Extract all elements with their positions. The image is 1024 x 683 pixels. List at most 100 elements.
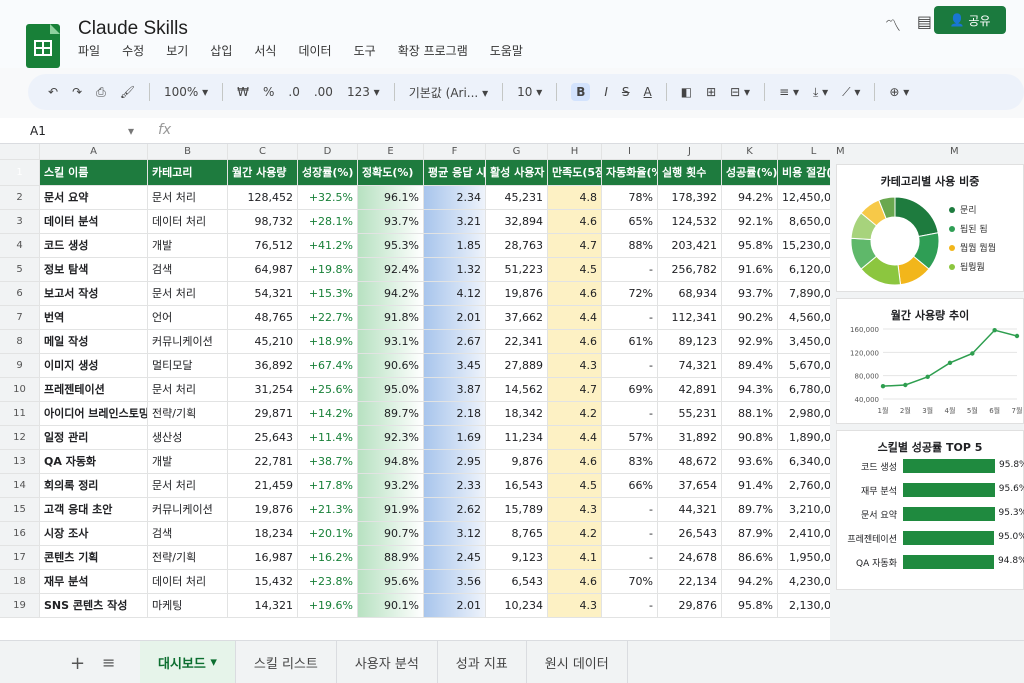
grid-cell[interactable]: 10,234 bbox=[486, 594, 548, 618]
grid-cell[interactable]: 28,763 bbox=[486, 234, 548, 258]
grid-cell[interactable]: 91.9% bbox=[358, 498, 424, 522]
sheet-tab-dashboard[interactable]: 대시보드 ▾ bbox=[140, 641, 236, 683]
grid-cell[interactable]: 54,321 bbox=[228, 282, 298, 306]
grid-cell[interactable]: 78% bbox=[602, 186, 658, 210]
grid-cell[interactable]: +32.5% bbox=[298, 186, 358, 210]
grid-cell[interactable]: 4.8 bbox=[548, 186, 602, 210]
spreadsheet-grid[interactable]: A B C D E F G H I J K L 1 스킬 이름 카테고리 월간 사용량 성장률(%) 정확도(%)… bbox=[0, 144, 830, 640]
row-number[interactable]: 13 bbox=[0, 450, 40, 474]
grid-cell[interactable]: 1.69 bbox=[424, 426, 486, 450]
column-title-cell[interactable]: 성공률(%) bbox=[722, 160, 778, 186]
grid-cell[interactable]: +16.2% bbox=[298, 546, 358, 570]
menu-insert[interactable]: 삽입 bbox=[210, 42, 232, 59]
grid-cell[interactable]: 88% bbox=[602, 234, 658, 258]
grid-cell[interactable]: 93.1% bbox=[358, 330, 424, 354]
column-header[interactable]: A bbox=[40, 144, 148, 160]
grid-cell[interactable]: 37,662 bbox=[486, 306, 548, 330]
donut-chart-panel[interactable]: 카테고리별 사용 비중 문리 됩된 됨 뭡뭡 뭡뭡 됩뭥뭠 bbox=[836, 164, 1024, 292]
grid-cell[interactable]: 55,231 bbox=[658, 402, 722, 426]
column-header[interactable]: D bbox=[298, 144, 358, 160]
grid-cell[interactable]: 마케팅 bbox=[148, 594, 228, 618]
grid-cell[interactable]: 15,789 bbox=[486, 498, 548, 522]
grid-cell[interactable]: QA 자동화 bbox=[40, 450, 148, 474]
column-title-cell[interactable]: 스킬 이름 bbox=[40, 160, 148, 186]
grid-cell[interactable]: +28.1% bbox=[298, 210, 358, 234]
grid-cell[interactable]: 2,410,000 bbox=[778, 522, 830, 546]
grid-cell[interactable]: 번역 bbox=[40, 306, 148, 330]
grid-cell[interactable]: 콘텐츠 기획 bbox=[40, 546, 148, 570]
grid-cell[interactable]: - bbox=[602, 354, 658, 378]
grid-cell[interactable]: 전략/기획 bbox=[148, 546, 228, 570]
grid-cell[interactable]: 15,432 bbox=[228, 570, 298, 594]
data-point[interactable] bbox=[947, 360, 953, 366]
grid-cell[interactable]: 95.3% bbox=[358, 234, 424, 258]
grid-cell[interactable]: 18,234 bbox=[228, 522, 298, 546]
grid-cell[interactable]: 4.4 bbox=[548, 306, 602, 330]
grid-cell[interactable]: 124,532 bbox=[658, 210, 722, 234]
grid-cell[interactable]: SNS 콘텐츠 작성 bbox=[40, 594, 148, 618]
menu-view[interactable]: 보기 bbox=[166, 42, 188, 59]
grid-cell[interactable]: 4.6 bbox=[548, 210, 602, 234]
grid-cell[interactable]: - bbox=[602, 594, 658, 618]
grid-cell[interactable]: 22,341 bbox=[486, 330, 548, 354]
grid-cell[interactable]: 92.3% bbox=[358, 426, 424, 450]
grid-cell[interactable]: 32,894 bbox=[486, 210, 548, 234]
grid-cell[interactable]: 9,123 bbox=[486, 546, 548, 570]
grid-cell[interactable]: 72% bbox=[602, 282, 658, 306]
grid-cell[interactable]: 112,341 bbox=[658, 306, 722, 330]
sheet-tab-performance[interactable]: 성과 지표 bbox=[438, 641, 527, 683]
column-header[interactable]: J bbox=[658, 144, 722, 160]
grid-cell[interactable]: 95.0% bbox=[358, 378, 424, 402]
grid-cell[interactable]: 94.3% bbox=[722, 378, 778, 402]
column-header[interactable]: C bbox=[228, 144, 298, 160]
grid-cell[interactable]: +11.4% bbox=[298, 426, 358, 450]
grid-cell[interactable]: 4.12 bbox=[424, 282, 486, 306]
grid-cell[interactable]: 5,670,000 bbox=[778, 354, 830, 378]
activity-icon[interactable]: 〽 bbox=[885, 12, 901, 36]
grid-cell[interactable]: 정보 탐색 bbox=[40, 258, 148, 282]
data-point[interactable] bbox=[880, 383, 886, 389]
grid-cell[interactable]: 70% bbox=[602, 570, 658, 594]
row-number[interactable]: 4 bbox=[0, 234, 40, 258]
column-title-cell[interactable]: 정확도(%) bbox=[358, 160, 424, 186]
grid-cell[interactable]: 89.7% bbox=[722, 498, 778, 522]
row-number[interactable]: 6 bbox=[0, 282, 40, 306]
decrease-decimal-button[interactable]: .0 bbox=[288, 85, 299, 99]
grid-cell[interactable]: 29,876 bbox=[658, 594, 722, 618]
grid-cell[interactable]: 전략/기획 bbox=[148, 402, 228, 426]
comment-icon[interactable]: ▤ bbox=[917, 12, 932, 36]
grid-cell[interactable]: - bbox=[602, 402, 658, 426]
borders-icon[interactable]: ⊞ bbox=[706, 85, 716, 99]
grid-cell[interactable]: 3.12 bbox=[424, 522, 486, 546]
row-number[interactable]: 8 bbox=[0, 330, 40, 354]
grid-cell[interactable]: - bbox=[602, 522, 658, 546]
grid-cell[interactable]: 4.5 bbox=[548, 258, 602, 282]
grid-cell[interactable]: 7,890,000 bbox=[778, 282, 830, 306]
row-number[interactable]: 9 bbox=[0, 354, 40, 378]
row-number[interactable]: 2 bbox=[0, 186, 40, 210]
grid-cell[interactable]: 16,543 bbox=[486, 474, 548, 498]
grid-cell[interactable]: +41.2% bbox=[298, 234, 358, 258]
grid-cell[interactable]: 95.6% bbox=[358, 570, 424, 594]
grid-cell[interactable]: 91.6% bbox=[722, 258, 778, 282]
column-title-cell[interactable]: 만족도(5점) bbox=[548, 160, 602, 186]
grid-cell[interactable]: 4.6 bbox=[548, 330, 602, 354]
text-rotation-icon[interactable]: ⟋ ▾ bbox=[842, 85, 860, 100]
redo-icon[interactable]: ↷ bbox=[72, 85, 82, 99]
grid-cell[interactable]: 4.6 bbox=[548, 282, 602, 306]
chevron-down-icon[interactable]: ▾ bbox=[210, 655, 217, 670]
grid-cell[interactable]: +20.1% bbox=[298, 522, 358, 546]
strikethrough-button[interactable]: S bbox=[622, 85, 630, 99]
grid-cell[interactable]: 2.01 bbox=[424, 594, 486, 618]
grid-cell[interactable]: 89.7% bbox=[358, 402, 424, 426]
grid-cell[interactable]: 2.62 bbox=[424, 498, 486, 522]
number-format-select[interactable]: 123 ▾ bbox=[347, 85, 380, 99]
grid-cell[interactable]: 26,543 bbox=[658, 522, 722, 546]
grid-cell[interactable]: 94.2% bbox=[358, 282, 424, 306]
select-all-corner[interactable] bbox=[0, 144, 40, 160]
grid-cell[interactable]: +18.9% bbox=[298, 330, 358, 354]
grid-cell[interactable]: +22.7% bbox=[298, 306, 358, 330]
grid-cell[interactable]: 시장 조사 bbox=[40, 522, 148, 546]
share-button[interactable]: 👤 공유 bbox=[934, 6, 1006, 34]
grid-cell[interactable]: 93.7% bbox=[358, 210, 424, 234]
